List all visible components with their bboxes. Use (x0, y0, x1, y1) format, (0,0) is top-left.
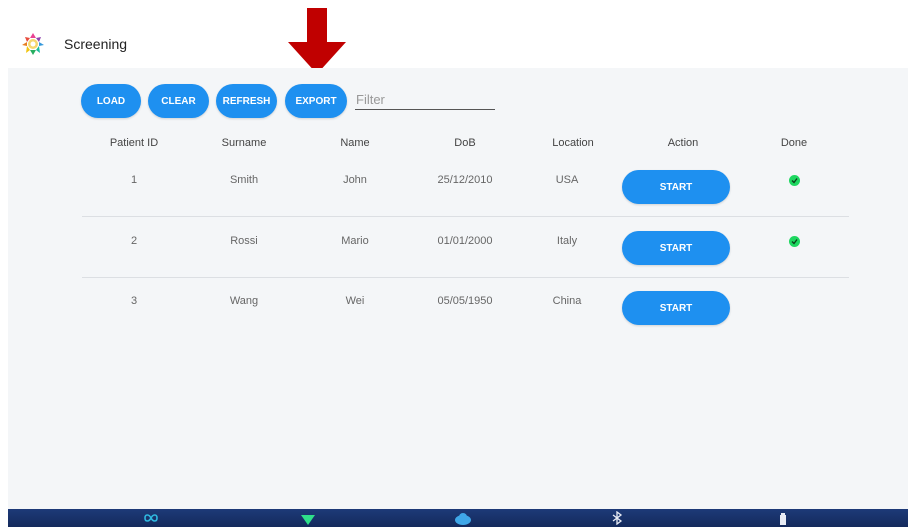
header-dob: DoB (454, 137, 476, 149)
row-divider (82, 277, 849, 278)
cell-patient-id: 2 (130, 235, 138, 247)
header-action: Action (667, 137, 699, 149)
export-button[interactable]: EXPORT (285, 84, 347, 118)
app-bar: Screening (0, 0, 908, 68)
start-button[interactable]: START (622, 231, 730, 265)
cell-surname: Smith (229, 174, 259, 186)
infinity-icon[interactable] (140, 511, 162, 525)
bluetooth-icon[interactable] (611, 511, 623, 525)
page-title: Screening (64, 36, 128, 52)
refresh-button[interactable]: REFRESH (216, 84, 277, 118)
header-name: Name (340, 137, 370, 149)
start-button[interactable]: START (622, 291, 730, 325)
header-surname: Surname (221, 137, 267, 149)
done-check-icon (789, 236, 800, 247)
clear-button[interactable]: CLEAR (148, 84, 209, 118)
cell-name: John (343, 174, 367, 186)
cell-surname: Wang (229, 295, 259, 307)
bottom-nav-bar (8, 509, 908, 527)
battery-icon[interactable] (778, 511, 788, 525)
cell-name: Wei (345, 295, 365, 307)
cell-name: Mario (341, 235, 369, 247)
cell-location: USA (555, 174, 579, 186)
header-done: Done (780, 137, 808, 149)
start-button[interactable]: START (622, 170, 730, 204)
cell-surname: Rossi (230, 235, 258, 247)
header-location: Location (552, 137, 594, 149)
cell-location: China (552, 295, 582, 307)
cell-patient-id: 1 (130, 174, 138, 186)
cell-location: Italy (556, 235, 578, 247)
cloud-icon[interactable] (453, 511, 473, 525)
done-check-icon (789, 175, 800, 186)
wifi-icon[interactable] (300, 511, 316, 525)
main-content (8, 68, 908, 509)
header-patient-id: Patient ID (109, 137, 159, 149)
load-button[interactable]: LOAD (81, 84, 141, 118)
app-logo-icon (22, 33, 44, 55)
row-divider (82, 216, 849, 217)
cell-patient-id: 3 (130, 295, 138, 307)
filter-input[interactable] (355, 89, 495, 110)
down-arrow-annotation (288, 8, 346, 74)
